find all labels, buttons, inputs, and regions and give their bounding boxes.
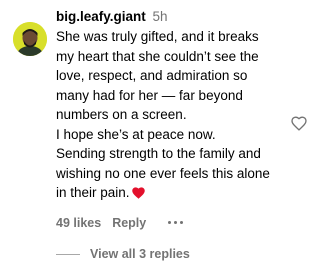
- more-dot: [180, 221, 184, 224]
- comment-timestamp: 5h: [152, 9, 168, 24]
- view-replies-label: View all 3 replies: [90, 247, 190, 261]
- username-link[interactable]: big.leafy.giant: [56, 9, 146, 24]
- comment-actions: 49 likes Reply: [56, 216, 278, 230]
- avatar[interactable]: [13, 22, 47, 56]
- comment-line: love, respect, and admiration so: [56, 68, 248, 83]
- reply-button[interactable]: Reply: [112, 216, 146, 230]
- comment-line: many had for her — far beyond: [56, 87, 243, 103]
- comment-line: my heart that she couldn’t see the: [56, 48, 259, 64]
- more-options-icon[interactable]: [168, 221, 184, 224]
- comment-item: big.leafy.giant 5h She was truly gifted,…: [0, 0, 320, 266]
- more-dot: [168, 221, 172, 224]
- more-dot: [174, 221, 178, 224]
- comment-body: big.leafy.giant 5h She was truly gifted,…: [56, 7, 278, 230]
- comment-line: numbers on a screen.: [56, 107, 187, 122]
- comment-line: wishing no one ever feels this alone: [56, 165, 270, 181]
- likes-count[interactable]: 49 likes: [56, 216, 101, 230]
- comment-line: Sending strength to the family and: [56, 146, 261, 161]
- comment-line: She was truly gifted, and it breaks: [56, 29, 259, 44]
- avatar-image: [13, 22, 47, 56]
- view-replies-button[interactable]: View all 3 replies: [56, 247, 190, 261]
- comment-line-last: in their pain.: [56, 183, 278, 205]
- red-heart-emoji-icon: [131, 185, 145, 205]
- heart-outline-icon[interactable]: [291, 116, 307, 132]
- comment-text: She was truly gifted, and it breaks my h…: [56, 27, 278, 205]
- comment-header: big.leafy.giant 5h: [56, 7, 278, 27]
- comment-line-text: in their pain.: [56, 185, 130, 200]
- comment-line: I hope she’s at peace now.: [56, 126, 216, 142]
- replies-divider: [56, 253, 80, 255]
